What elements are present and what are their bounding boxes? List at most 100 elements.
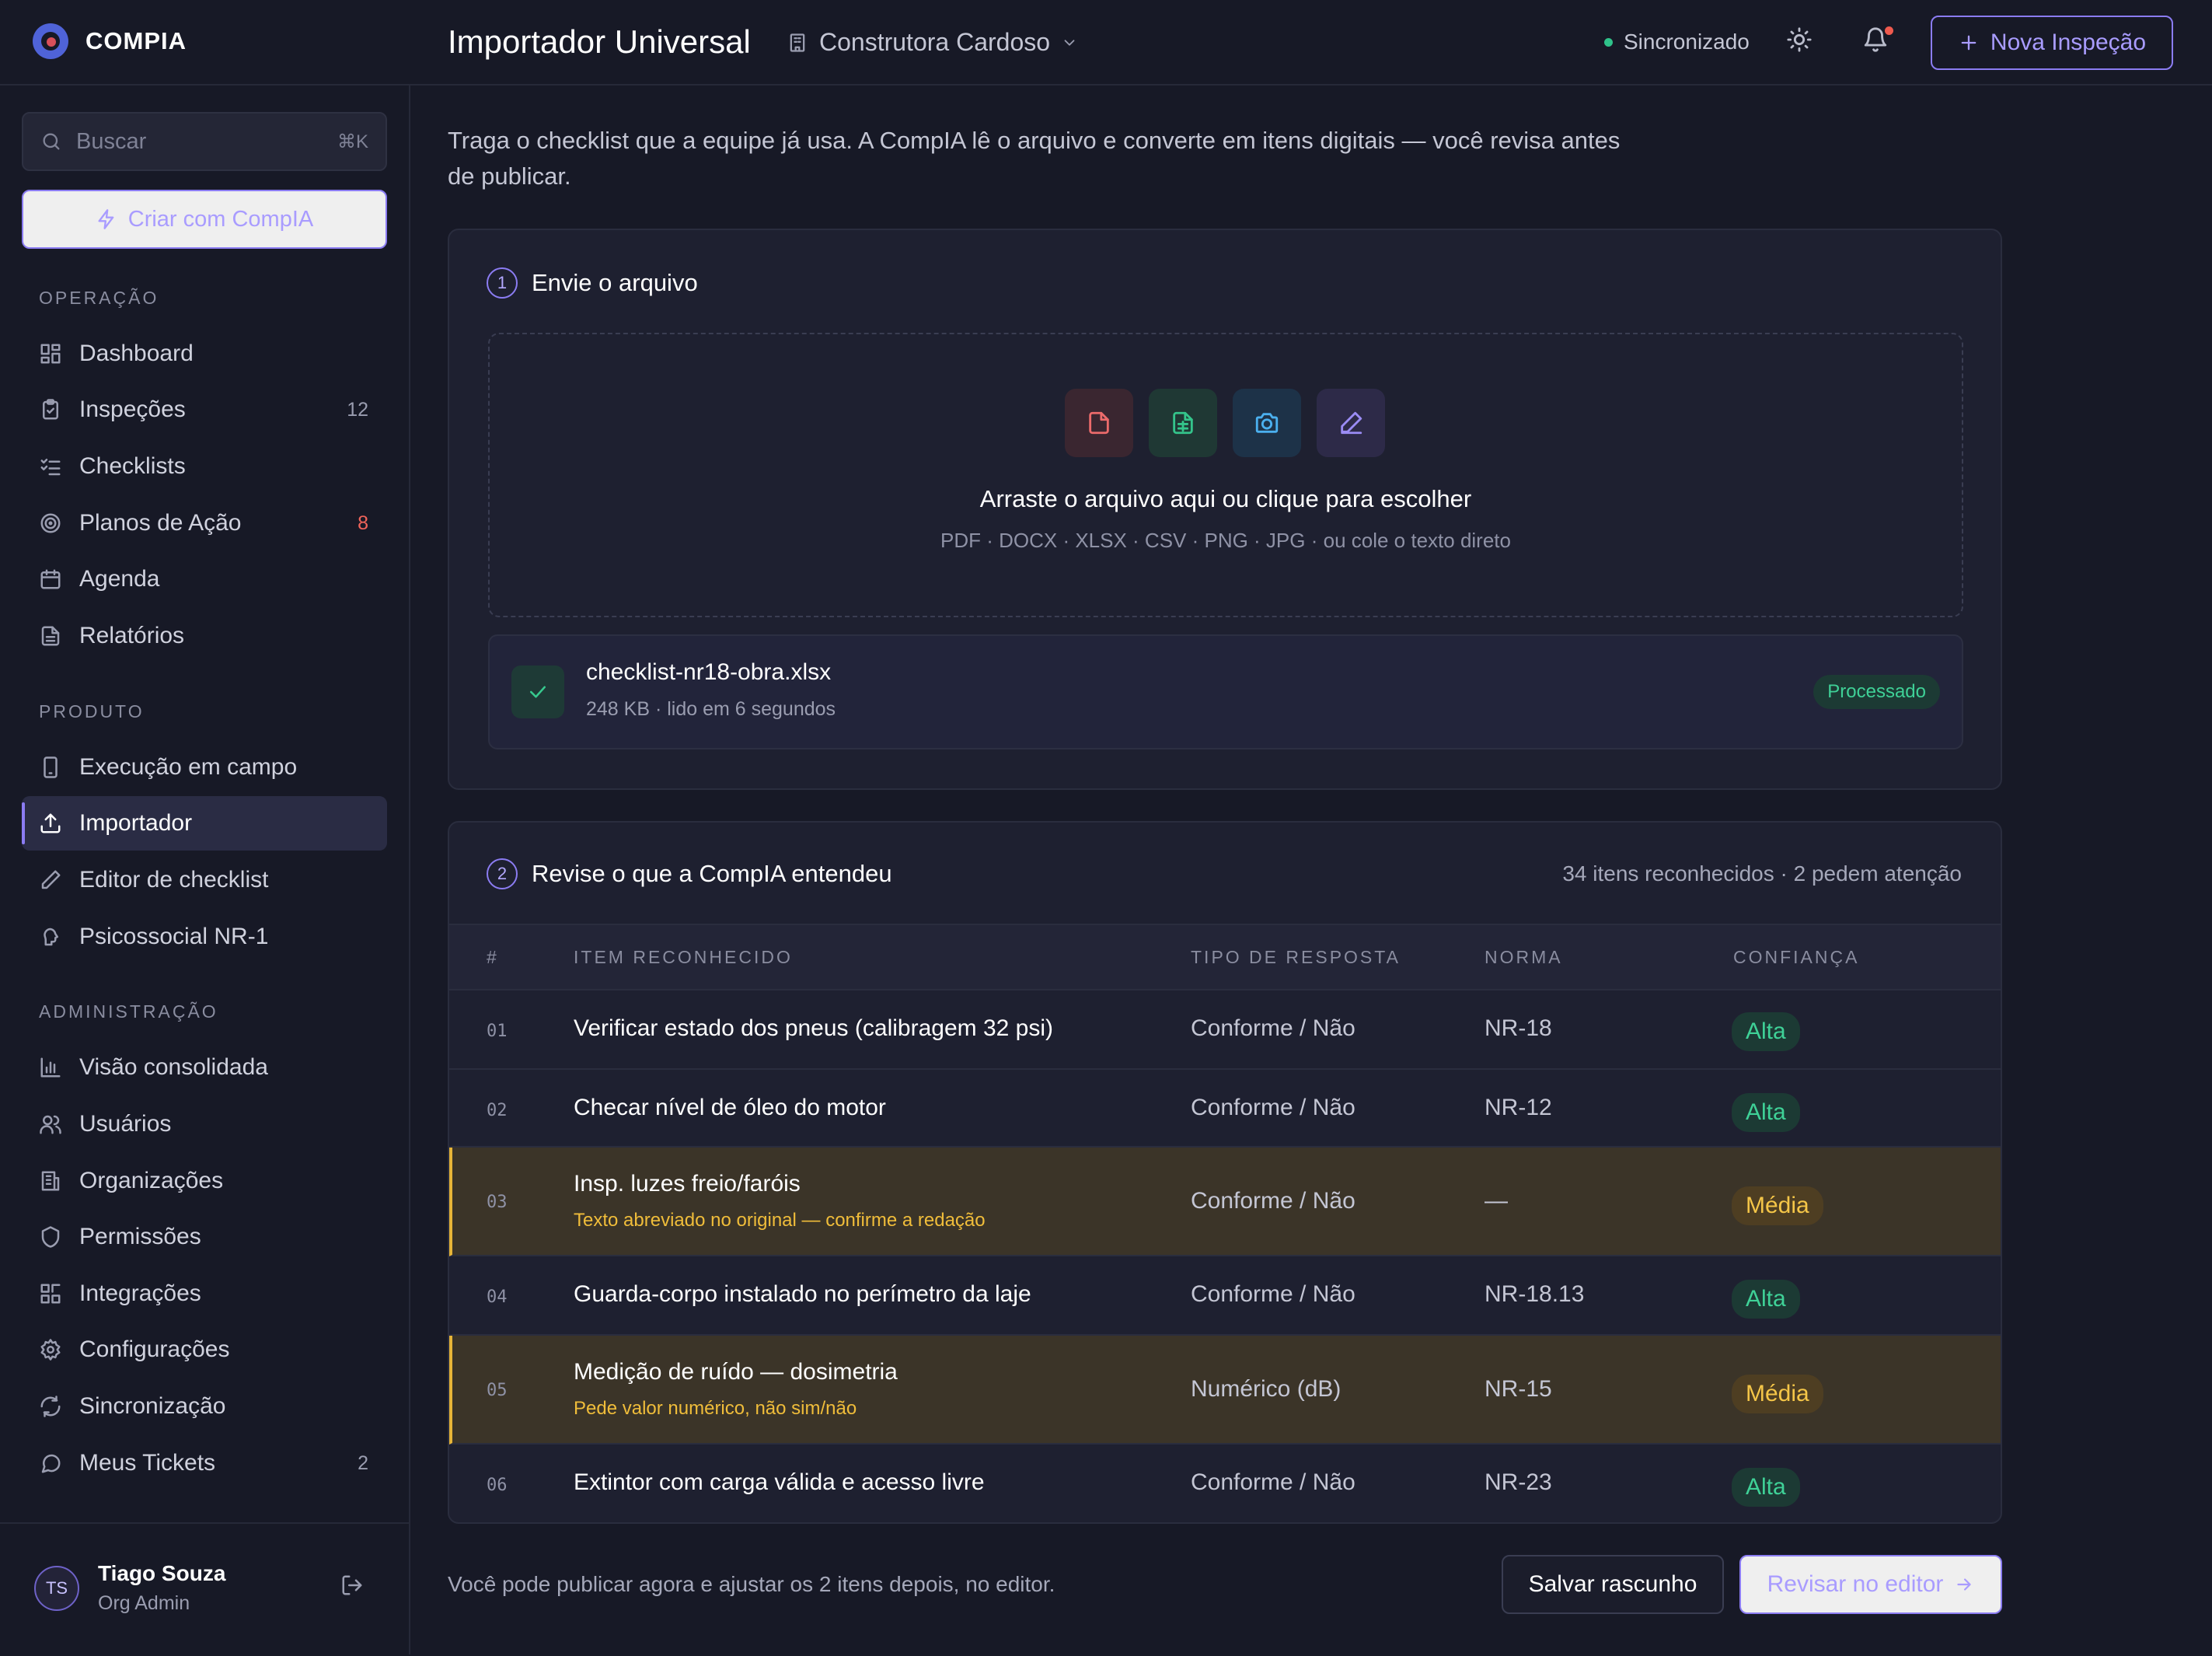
file-meta: 248 KB · lido em 6 segundos xyxy=(586,698,836,720)
confidence-badge: Alta xyxy=(1732,1093,1800,1132)
column-header-number: # xyxy=(487,947,499,967)
table-row[interactable]: 06 Extintor com carga válida e acesso li… xyxy=(449,1445,2001,1522)
sidebar-item-usuarios[interactable]: Usuários xyxy=(22,1097,387,1151)
pdf-file-tile xyxy=(1065,389,1133,457)
org-selector[interactable]: Construtora Cardoso xyxy=(787,28,1078,57)
theme-toggle-button[interactable] xyxy=(1786,26,1819,59)
row-number: 02 xyxy=(487,1101,508,1120)
row-norm: NR-18.13 xyxy=(1485,1281,1585,1307)
table-header: # ITEM RECONHECIDO TIPO DE RESPOSTA NORM… xyxy=(449,924,2001,990)
sidebar-item-checklists[interactable]: Checklists xyxy=(22,439,387,494)
confidence-badge: Média xyxy=(1732,1186,1823,1225)
count-badge: 8 xyxy=(358,512,368,534)
column-header-confidence: CONFIANÇA xyxy=(1733,947,1860,967)
table-row[interactable]: 01 Verificar estado dos pneus (calibrage… xyxy=(449,990,2001,1070)
row-item: Verificar estado dos pneus (calibragem 3… xyxy=(574,1015,1053,1041)
row-attention-note: Pede valor numérico, não sim/não xyxy=(574,1398,857,1419)
sidebar-item-execucao-em-campo[interactable]: Execução em campo xyxy=(22,740,387,795)
sidebar-item-dashboard[interactable]: Dashboard xyxy=(22,327,387,381)
sidebar-item-label: Sincronização xyxy=(79,1393,226,1419)
sidebar-item-label: Organizações xyxy=(79,1168,224,1193)
avatar[interactable]: TS xyxy=(34,1566,79,1611)
row-number: 05 xyxy=(487,1381,508,1400)
row-response-type: Conforme / Não xyxy=(1191,1015,1355,1041)
plus-icon xyxy=(1961,35,1976,51)
footer-note: Você pode publicar agora e ajustar os 2 … xyxy=(448,1572,1055,1596)
sync-status: Sincronizado xyxy=(1604,30,1750,54)
upload-step-title: Envie o arquivo xyxy=(532,269,698,296)
sidebar-item-label: Configurações xyxy=(79,1336,230,1362)
building-icon xyxy=(790,33,805,52)
page-title: Importador Universal xyxy=(448,23,751,60)
grid-icon xyxy=(40,344,61,364)
sidebar-item-label: Dashboard xyxy=(79,341,194,366)
sidebar-item-meus-tickets[interactable]: Meus Tickets 2 xyxy=(22,1436,387,1490)
count-badge: 2 xyxy=(358,1452,368,1474)
sidebar-item-sincronizacao[interactable]: Sincronização xyxy=(22,1379,387,1434)
table-row[interactable]: 02 Checar nível de óleo do motor Conform… xyxy=(449,1070,2001,1148)
sidebar-item-agenda[interactable]: Agenda xyxy=(22,552,387,606)
row-number: 01 xyxy=(487,1022,508,1041)
refresh-icon xyxy=(40,1396,61,1417)
row-norm: NR-23 xyxy=(1485,1469,1552,1495)
upload-icon xyxy=(40,813,61,833)
notification-dot xyxy=(1885,26,1893,35)
row-response-type: Conforme / Não xyxy=(1191,1469,1355,1495)
create-with-ai-button[interactable]: Criar com CompIA xyxy=(22,190,387,249)
sidebar-item-visao-consolidada[interactable]: Visão consolidada xyxy=(22,1040,387,1095)
new-inspection-button[interactable]: Nova Inspeção xyxy=(1931,16,2173,70)
column-header-response-type: TIPO DE RESPOSTA xyxy=(1191,947,1401,967)
table-row-attention[interactable]: 03 Insp. luzes freio/faróis Texto abrevi… xyxy=(449,1148,2001,1256)
row-norm: NR-15 xyxy=(1485,1376,1552,1402)
sidebar-item-organizacoes[interactable]: Organizações xyxy=(22,1154,387,1208)
file-dropzone[interactable]: Arraste o arquivo aqui ou clique para es… xyxy=(488,333,1963,617)
sidebar-item-permissoes[interactable]: Permissões xyxy=(22,1210,387,1264)
sidebar-item-editor-de-checklist[interactable]: Editor de checklist xyxy=(22,853,387,907)
sidebar-item-relatorios[interactable]: Relatórios xyxy=(22,609,387,663)
review-step-title: Revise o que a CompIA entendeu xyxy=(532,860,892,887)
status-badge: Processado xyxy=(1813,675,1940,709)
sidebar-item-psicossocial-nr1[interactable]: Psicossocial NR-1 xyxy=(22,910,387,964)
save-draft-button[interactable]: Salvar rascunho xyxy=(1502,1555,1724,1614)
text-file-tile xyxy=(1317,389,1385,457)
create-with-ai-label: Criar com CompIA xyxy=(127,206,314,232)
table-row[interactable]: 04 Guarda-corpo instalado no perímetro d… xyxy=(449,1256,2001,1336)
sidebar-item-label: Inspeções xyxy=(79,397,186,422)
row-item: Checar nível de óleo do motor xyxy=(574,1095,886,1120)
row-response-type: Conforme / Não xyxy=(1191,1281,1355,1307)
sidebar-item-importador[interactable]: Importador xyxy=(22,796,387,851)
logo[interactable]: COMPIA xyxy=(33,23,187,59)
sidebar-item-label: Usuários xyxy=(79,1111,172,1137)
count-badge: 12 xyxy=(347,398,368,421)
intro-text: Traga o checklist que a equipe já usa. A… xyxy=(448,127,1621,190)
section-label-administracao: ADMINISTRAÇÃO xyxy=(39,1001,218,1022)
new-inspection-label: Nova Inspeção xyxy=(1990,30,2147,55)
sidebar-item-planos-de-acao[interactable]: Planos de Ação 8 xyxy=(22,496,387,550)
search-shortcut: ⌘K xyxy=(337,131,368,152)
sidebar-item-inspecoes[interactable]: Inspeções 12 xyxy=(22,383,387,437)
review-in-editor-button[interactable]: Revisar no editor xyxy=(1739,1555,2002,1614)
sidebar-item-label: Planos de Ação xyxy=(79,510,242,536)
sidebar-item-label: Checklists xyxy=(79,453,186,479)
logout-button[interactable] xyxy=(340,1574,364,1597)
confidence-badge: Alta xyxy=(1732,1280,1800,1319)
sidebar-item-label: Meus Tickets xyxy=(79,1450,216,1476)
sidebar-item-integracoes[interactable]: Integrações xyxy=(22,1266,387,1321)
sidebar-item-label: Editor de checklist xyxy=(79,867,269,893)
row-response-type: Conforme / Não xyxy=(1191,1095,1355,1120)
zap-icon xyxy=(98,209,114,229)
sidebar-item-label: Importador xyxy=(79,810,193,836)
row-number: 04 xyxy=(487,1287,508,1307)
search-input[interactable]: Buscar ⌘K xyxy=(22,112,387,171)
notifications-button[interactable] xyxy=(1862,26,1895,59)
dropzone-title: Arraste o arquivo aqui ou clique para es… xyxy=(979,485,1472,512)
message-icon xyxy=(41,1454,61,1473)
column-header-item: ITEM RECONHECIDO xyxy=(574,947,793,967)
brand-name: COMPIA xyxy=(85,27,187,54)
sidebar-item-configuracoes[interactable]: Configurações xyxy=(22,1322,387,1377)
step-number: 2 xyxy=(487,858,518,889)
table-row-attention[interactable]: 05 Medição de ruído — dosimetria Pede va… xyxy=(449,1336,2001,1445)
file-pdf-icon xyxy=(1089,411,1109,435)
file-spreadsheet-icon xyxy=(1173,411,1193,435)
section-label-produto: PRODUTO xyxy=(39,701,145,721)
